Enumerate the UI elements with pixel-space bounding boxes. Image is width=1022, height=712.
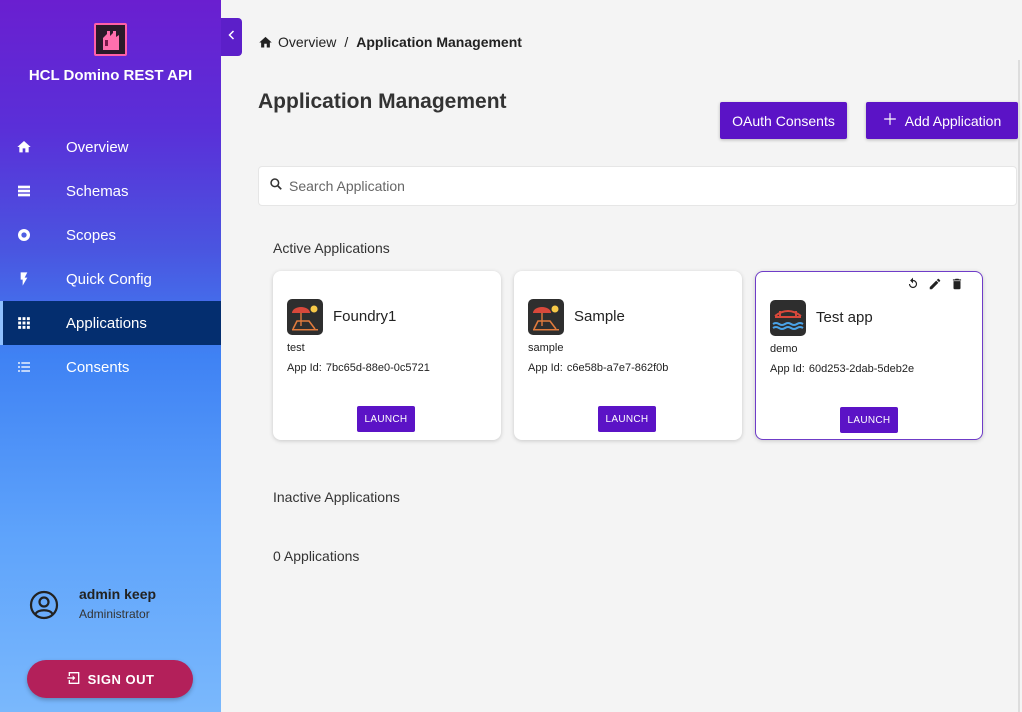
breadcrumb-current: Application Management — [356, 34, 522, 50]
grid-icon — [15, 314, 33, 332]
edit-icon[interactable] — [928, 277, 942, 291]
app-name: Foundry1 — [333, 308, 397, 325]
umbrella-beach-icon — [528, 299, 564, 335]
sidebar-item-label: Overview — [66, 138, 129, 156]
sidebar-item-schemas[interactable]: Schemas — [0, 169, 221, 213]
application-card[interactable]: Test app demo App Id: 60d253-2dab-5deb2e … — [755, 271, 983, 440]
chevron-left-icon — [226, 28, 238, 46]
oauth-consents-button[interactable]: OAuth Consents — [720, 102, 847, 139]
search-input[interactable] — [289, 178, 989, 194]
delete-icon[interactable] — [950, 277, 964, 291]
plus-icon — [883, 112, 897, 129]
application-card[interactable]: Foundry1 test App Id: 7bc65d-88e0-0c5721 … — [273, 271, 501, 440]
refresh-icon[interactable] — [906, 277, 920, 291]
schema-list-icon — [15, 182, 33, 200]
brand-logo-icon — [94, 23, 127, 56]
scope-target-icon — [15, 226, 33, 244]
app-name: Test app — [816, 309, 873, 326]
app-name: Sample — [574, 308, 625, 325]
app-id-value: 7bc65d-88e0-0c5721 — [325, 362, 430, 374]
user-role: Administrator — [79, 607, 150, 621]
app-id: App Id: c6e58b-a7e7-862f0b — [528, 362, 668, 374]
sidebar-item-consents[interactable]: Consents — [0, 345, 221, 389]
app-id: App Id: 60d253-2dab-5deb2e — [770, 363, 914, 375]
sidebar-item-label: Quick Config — [66, 270, 152, 288]
sidebar-item-label: Scopes — [66, 226, 117, 244]
app-id-label: App Id: — [287, 362, 322, 374]
sidebar-item-scopes[interactable]: Scopes — [0, 213, 221, 257]
umbrella-beach-icon — [287, 299, 323, 335]
launch-button[interactable]: LAUNCH — [357, 406, 415, 432]
app-description: test — [287, 342, 305, 354]
sidebar-item-quick-config[interactable]: Quick Config — [0, 257, 221, 301]
sidebar-item-label: Consents — [66, 358, 130, 376]
sidebar-item-applications[interactable]: Applications — [0, 301, 221, 345]
sidebar: HCL Domino REST API Overview Schemas Sco… — [0, 0, 221, 712]
sidebar-item-label: Applications — [66, 314, 147, 332]
page-title: Application Management — [258, 90, 507, 113]
search-icon — [269, 177, 283, 196]
application-card[interactable]: Sample sample App Id: c6e58b-a7e7-862f0b … — [514, 271, 742, 440]
add-application-label: Add Application — [904, 112, 1002, 129]
app-description: sample — [528, 342, 564, 354]
add-application-button[interactable]: Add Application — [866, 102, 1018, 139]
inactive-applications-heading: Inactive Applications — [273, 489, 400, 505]
app-id: App Id: 7bc65d-88e0-0c5721 — [287, 362, 430, 374]
search-box — [258, 166, 1017, 206]
launch-button[interactable]: LAUNCH — [840, 407, 898, 433]
breadcrumb-overview-link[interactable]: Overview — [278, 34, 336, 50]
sidebar-item-label: Schemas — [66, 182, 129, 200]
app-id-label: App Id: — [528, 362, 563, 374]
breadcrumb: Overview / Application Management — [258, 34, 522, 50]
app-id-value: 60d253-2dab-5deb2e — [808, 363, 915, 375]
app-id-value: c6e58b-a7e7-862f0b — [566, 362, 669, 374]
user-name: admin keep — [79, 586, 157, 602]
user-avatar-icon — [29, 590, 59, 620]
brand-title: HCL Domino REST API — [28, 67, 193, 84]
breadcrumb-separator: / — [344, 34, 349, 50]
sign-out-icon — [66, 670, 82, 689]
sidebar-item-overview[interactable]: Overview — [0, 125, 221, 169]
home-icon[interactable] — [258, 35, 273, 50]
sidebar-nav: Overview Schemas Scopes Quick Config App… — [0, 125, 221, 389]
scrollbar[interactable] — [1018, 60, 1020, 712]
app-id-label: App Id: — [770, 363, 805, 375]
lightning-icon — [15, 270, 33, 288]
inactive-applications-count: 0 Applications — [273, 548, 360, 564]
home-icon — [15, 138, 33, 156]
collapse-sidebar-button[interactable] — [221, 18, 242, 56]
sign-out-button[interactable]: SIGN OUT — [27, 660, 193, 698]
list-icon — [15, 358, 33, 376]
launch-button[interactable]: LAUNCH — [598, 406, 656, 432]
active-applications-heading: Active Applications — [273, 240, 390, 256]
sign-out-label: SIGN OUT — [87, 671, 155, 687]
card-actions — [906, 277, 964, 291]
app-description: demo — [770, 343, 798, 355]
bridge-icon — [770, 300, 806, 336]
